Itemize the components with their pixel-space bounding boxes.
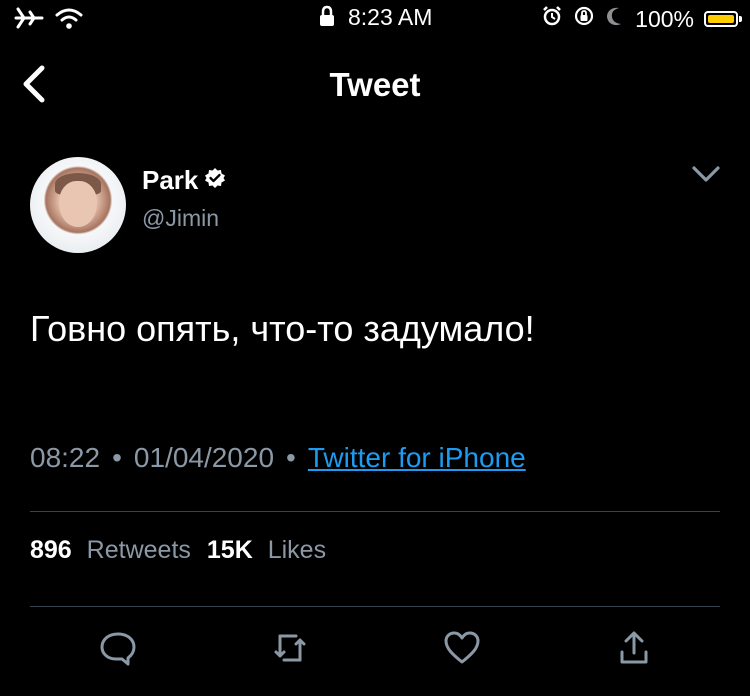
tweet-source-link[interactable]: Twitter for iPhone — [308, 442, 526, 474]
retweets-stat[interactable]: 896 Retweets — [30, 536, 191, 565]
alarm-icon — [541, 5, 563, 33]
reply-icon — [100, 632, 136, 666]
tweet-stats: 896 Retweets 15K Likes — [30, 536, 326, 565]
retweet-icon — [274, 634, 306, 662]
author-name: Park — [142, 165, 199, 195]
retweet-button[interactable] — [270, 628, 310, 668]
chevron-down-icon — [692, 166, 720, 182]
author-handle[interactable]: @Jimin — [142, 205, 219, 232]
moon-icon — [605, 5, 625, 33]
tweet-actions — [0, 628, 750, 676]
divider — [30, 606, 720, 607]
tweet-time: 08:22 — [30, 442, 101, 473]
status-bar: 8:23 AM 100% — [0, 0, 750, 40]
battery-icon — [704, 11, 742, 27]
status-bar-right: 100% — [541, 5, 742, 33]
share-icon — [620, 631, 648, 664]
likes-count: 15K — [206, 536, 253, 564]
share-button[interactable] — [614, 628, 654, 668]
likes-stat[interactable]: 15K Likes — [207, 536, 326, 565]
separator-dot: • — [112, 442, 122, 473]
author-name-row[interactable]: Park — [142, 165, 226, 196]
avatar-face — [59, 181, 97, 227]
heart-icon — [444, 631, 480, 664]
rotation-lock-icon — [573, 5, 595, 33]
likes-label: Likes — [267, 536, 327, 564]
retweets-count: 896 — [30, 536, 72, 564]
battery-level — [708, 15, 734, 23]
verified-badge-icon — [204, 165, 226, 196]
tweet-text: Говно опять, что-то задумало! — [30, 308, 535, 349]
nav-bar: Tweet — [0, 52, 750, 116]
divider — [30, 511, 720, 512]
tweet-date: 01/04/2020 — [133, 442, 275, 473]
like-button[interactable] — [442, 628, 482, 668]
separator-dot: • — [286, 442, 296, 473]
avatar[interactable] — [30, 157, 126, 253]
battery-percent: 100% — [635, 5, 694, 32]
lock-icon — [318, 5, 336, 33]
retweets-label: Retweets — [86, 536, 191, 564]
more-options-button[interactable] — [688, 160, 724, 188]
tweet-meta: 08:22 • 01/04/2020 • Twitter for iPhone — [30, 442, 526, 474]
page-title: Tweet — [329, 66, 421, 103]
status-time: 8:23 AM — [348, 4, 433, 30]
reply-button[interactable] — [98, 628, 138, 668]
